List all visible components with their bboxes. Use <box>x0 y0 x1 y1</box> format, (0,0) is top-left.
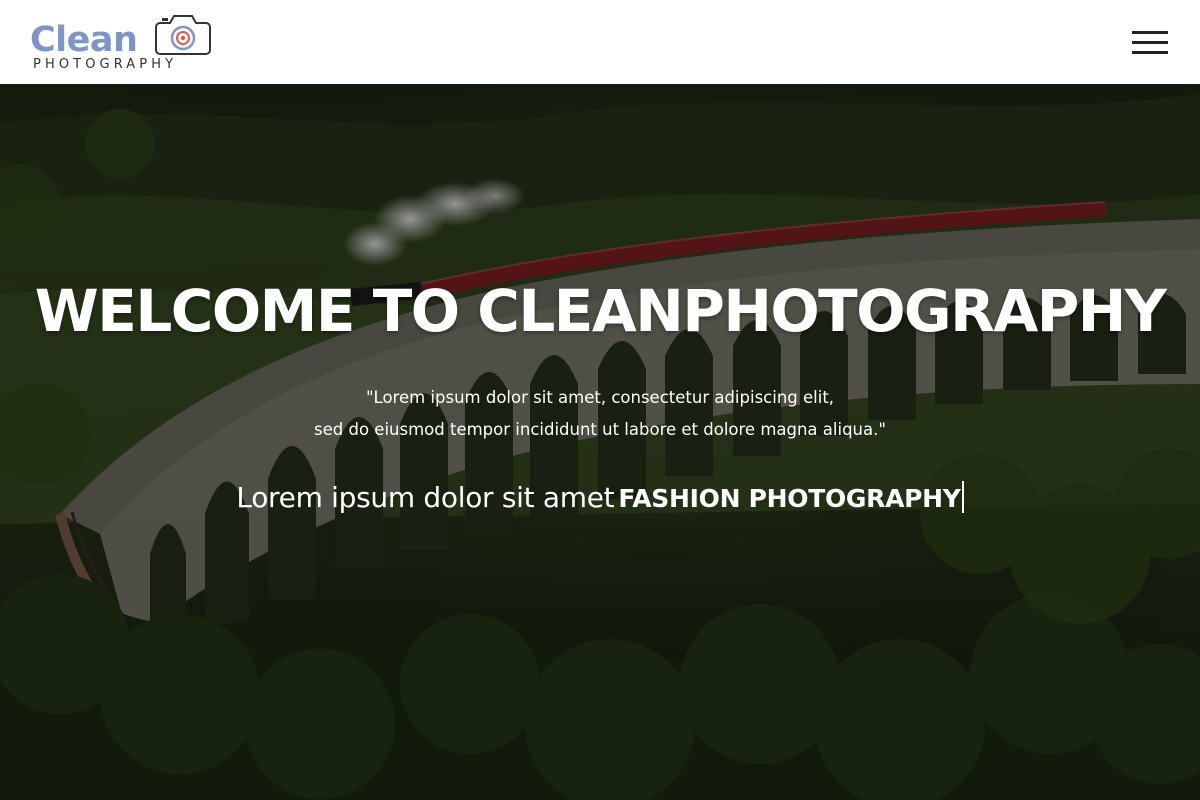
site-logo[interactable]: Clean PHOTOGRAPHY <box>30 10 220 76</box>
hero-typed-text: Lorem ipsum dolor sit amet FASHION PHOTOG… <box>0 478 1200 519</box>
page: Clean PHOTOGRAPHY WELCOME TO CLEANPHOTOG… <box>0 0 1200 800</box>
hero-section: WELCOME TO CLEANPHOTOGRAPHY "Lorem ipsum… <box>0 84 1200 800</box>
hero-quote-line: sed do eiusmod tempor incididunt ut labo… <box>314 420 886 439</box>
hamburger-menu-icon[interactable] <box>1132 30 1168 56</box>
hero-quote: "Lorem ipsum dolor sit amet, consectetur… <box>0 382 1200 446</box>
menu-bar <box>1132 41 1168 44</box>
menu-bar <box>1132 31 1168 34</box>
menu-bar <box>1132 51 1168 54</box>
typing-cursor <box>961 481 964 513</box>
typed-static-text: Lorem ipsum dolor sit amet <box>236 481 615 514</box>
site-header: Clean PHOTOGRAPHY <box>0 0 1200 84</box>
hero-title: WELCOME TO CLEANPHOTOGRAPHY <box>34 277 1167 345</box>
logo-subtitle: PHOTOGRAPHY <box>33 57 178 72</box>
typed-rotating-word: FASHION PHOTOGRAPHY <box>618 484 961 513</box>
camera-icon <box>155 15 211 55</box>
hero-quote-line: "Lorem ipsum dolor sit amet, consectetur… <box>365 388 835 407</box>
logo-wordmark: Clean <box>30 20 138 60</box>
